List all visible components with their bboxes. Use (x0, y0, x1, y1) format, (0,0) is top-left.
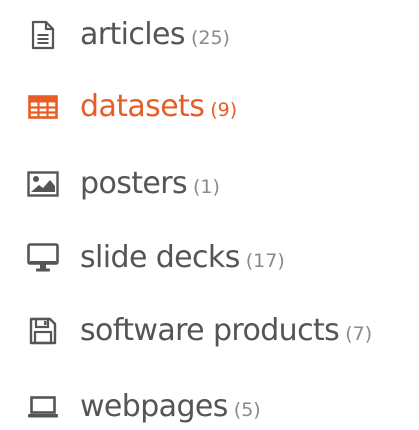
nav-item-count: (9) (210, 98, 238, 121)
nav-item-label: articles (80, 17, 186, 52)
nav-item-count: (7) (345, 322, 373, 345)
nav-item-label: datasets (80, 89, 205, 124)
floppy-disk-icon (26, 316, 60, 346)
nav-item-count: (17) (245, 249, 285, 272)
file-text-icon (26, 20, 60, 50)
nav-item-articles[interactable]: articles (25) (26, 15, 230, 55)
nav-item-posters[interactable]: posters (1) (26, 164, 220, 204)
nav-item-label: slide decks (80, 240, 240, 275)
nav-item-software-products[interactable]: software products (7) (26, 311, 372, 351)
nav-item-label: software products (80, 313, 340, 348)
image-icon (26, 169, 60, 199)
nav-item-count: (1) (193, 175, 220, 198)
nav-item-webpages[interactable]: webpages (5) (26, 387, 261, 427)
table-icon (26, 92, 60, 122)
nav-item-slide-decks[interactable]: slide decks (17) (26, 238, 285, 278)
content-type-list: articles (25) datasets (9) posters (1) s… (0, 0, 419, 426)
laptop-icon (26, 392, 60, 422)
nav-item-label: posters (80, 166, 188, 201)
nav-item-count: (25) (190, 26, 230, 49)
nav-item-count: (5) (233, 398, 261, 421)
nav-item-datasets[interactable]: datasets (9) (26, 87, 237, 127)
nav-item-label: webpages (80, 389, 228, 424)
monitor-icon (26, 243, 60, 273)
